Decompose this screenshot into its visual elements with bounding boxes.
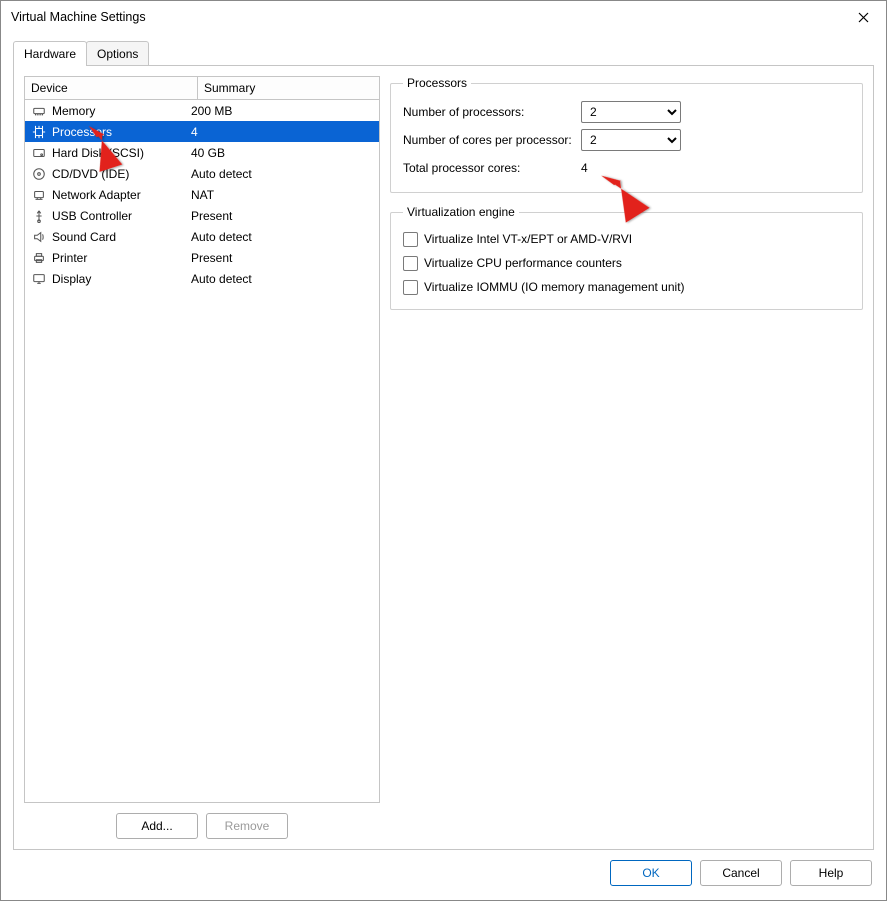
- virt-vtx-checkbox[interactable]: [403, 232, 418, 247]
- virt-perfcounter-label: Virtualize CPU performance counters: [424, 256, 622, 270]
- cancel-button[interactable]: Cancel: [700, 860, 782, 886]
- device-buttons: Add... Remove: [24, 811, 380, 839]
- device-name: CD/DVD (IDE): [52, 167, 129, 181]
- device-row[interactable]: Sound Card Auto detect: [25, 226, 379, 247]
- cores-per-proc-row: Number of cores per processor: 2: [403, 126, 850, 154]
- cores-per-proc-label: Number of cores per processor:: [403, 133, 575, 147]
- virt-iommu-label: Virtualize IOMMU (IO memory management u…: [424, 280, 685, 294]
- tab-panel: Device Summary Memory 200 MB Processors 4 Ha…: [13, 65, 874, 850]
- device-summary: Auto detect: [185, 272, 379, 286]
- tab-options[interactable]: Options: [86, 41, 149, 65]
- total-cores-value: 4: [581, 161, 588, 175]
- num-processors-row: Number of processors: 2: [403, 98, 850, 126]
- device-name: Display: [52, 272, 91, 286]
- num-processors-select[interactable]: 2: [581, 101, 681, 123]
- ok-button[interactable]: OK: [610, 860, 692, 886]
- device-summary: 4: [185, 125, 379, 139]
- device-name: Hard Disk (SCSI): [52, 146, 144, 160]
- printer-icon: [31, 250, 47, 266]
- device-summary: Present: [185, 251, 379, 265]
- cpu-icon: [31, 124, 47, 140]
- cd-icon: [31, 166, 47, 182]
- device-name: Network Adapter: [52, 188, 141, 202]
- device-row[interactable]: Printer Present: [25, 247, 379, 268]
- device-rows: Memory 200 MB Processors 4 Hard Disk (SCSI) 4…: [25, 100, 379, 802]
- usb-icon: [31, 208, 47, 224]
- device-list-header: Device Summary: [25, 77, 379, 100]
- device-row[interactable]: Network Adapter NAT: [25, 184, 379, 205]
- device-name: Printer: [52, 251, 87, 265]
- sound-icon: [31, 229, 47, 245]
- device-summary: NAT: [185, 188, 379, 202]
- device-name: Processors: [52, 125, 112, 139]
- device-name: Memory: [52, 104, 95, 118]
- device-row[interactable]: USB Controller Present: [25, 205, 379, 226]
- cores-per-proc-select[interactable]: 2: [581, 129, 681, 151]
- device-row[interactable]: Hard Disk (SCSI) 40 GB: [25, 142, 379, 163]
- help-button[interactable]: Help: [790, 860, 872, 886]
- tab-hardware[interactable]: Hardware: [13, 41, 87, 65]
- processors-group: Processors Number of processors: 2 Numbe…: [390, 76, 863, 193]
- tab-strip: Hardware Options: [13, 41, 874, 65]
- num-processors-label: Number of processors:: [403, 105, 575, 119]
- memory-icon: [31, 103, 47, 119]
- device-name: USB Controller: [52, 209, 132, 223]
- device-summary: Auto detect: [185, 230, 379, 244]
- device-row[interactable]: Display Auto detect: [25, 268, 379, 289]
- device-row[interactable]: Memory 200 MB: [25, 100, 379, 121]
- disk-icon: [31, 145, 47, 161]
- total-cores-row: Total processor cores: 4: [403, 154, 850, 182]
- device-row[interactable]: CD/DVD (IDE) Auto detect: [25, 163, 379, 184]
- processors-legend: Processors: [403, 76, 471, 90]
- column-header-device[interactable]: Device: [25, 77, 198, 99]
- window-title: Virtual Machine Settings: [11, 10, 146, 24]
- settings-panel: Processors Number of processors: 2 Numbe…: [390, 76, 863, 839]
- virt-iommu-row[interactable]: Virtualize IOMMU (IO memory management u…: [403, 275, 850, 299]
- device-row[interactable]: Processors 4: [25, 121, 379, 142]
- close-icon: [858, 12, 869, 23]
- virt-perfcounter-row[interactable]: Virtualize CPU performance counters: [403, 251, 850, 275]
- tabs-area: Hardware Options Device Summary Memory 20…: [1, 33, 886, 850]
- add-button[interactable]: Add...: [116, 813, 198, 839]
- device-summary: 200 MB: [185, 104, 379, 118]
- virt-vtx-row[interactable]: Virtualize Intel VT-x/EPT or AMD-V/RVI: [403, 227, 850, 251]
- device-name: Sound Card: [52, 230, 116, 244]
- network-icon: [31, 187, 47, 203]
- device-summary: Present: [185, 209, 379, 223]
- device-panel: Device Summary Memory 200 MB Processors 4 Ha…: [24, 76, 380, 839]
- virt-engine-legend: Virtualization engine: [403, 205, 519, 219]
- remove-button: Remove: [206, 813, 288, 839]
- close-button[interactable]: [840, 1, 886, 33]
- column-header-summary[interactable]: Summary: [198, 77, 379, 99]
- total-cores-label: Total processor cores:: [403, 161, 575, 175]
- device-summary: Auto detect: [185, 167, 379, 181]
- virt-engine-group: Virtualization engine Virtualize Intel V…: [390, 205, 863, 310]
- device-summary: 40 GB: [185, 146, 379, 160]
- virt-perfcounter-checkbox[interactable]: [403, 256, 418, 271]
- virt-vtx-label: Virtualize Intel VT-x/EPT or AMD-V/RVI: [424, 232, 632, 246]
- virt-iommu-checkbox[interactable]: [403, 280, 418, 295]
- dialog-buttons: OK Cancel Help: [1, 850, 886, 900]
- titlebar: Virtual Machine Settings: [1, 1, 886, 33]
- display-icon: [31, 271, 47, 287]
- device-list[interactable]: Device Summary Memory 200 MB Processors 4 Ha…: [24, 76, 380, 803]
